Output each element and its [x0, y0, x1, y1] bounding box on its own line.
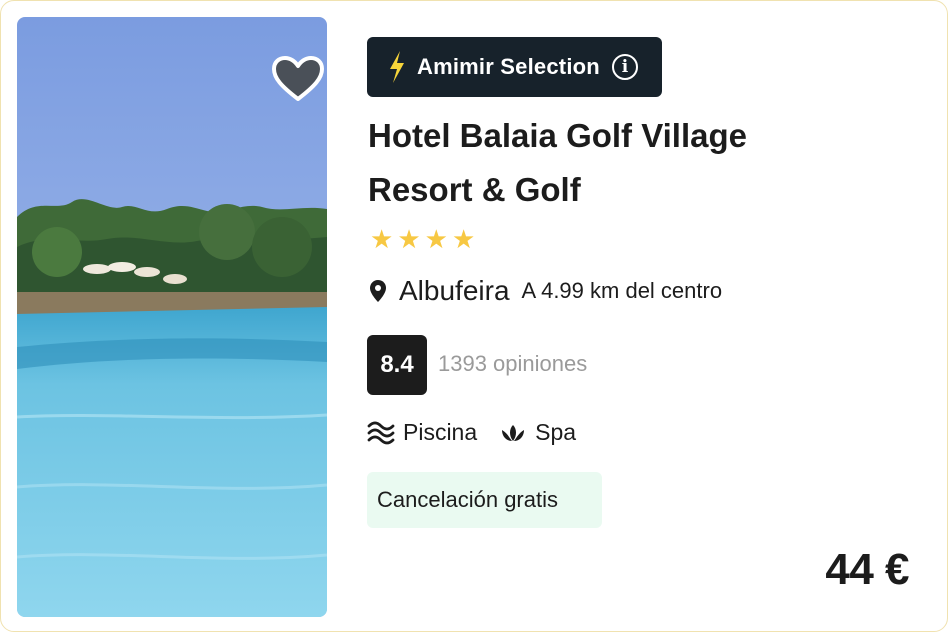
location: Albufeira A 4.99 km del centro: [369, 275, 722, 307]
selection-badge: Amimir Selection i: [367, 37, 662, 97]
distance-text: A 4.99 km del centro: [521, 278, 723, 303]
waves-icon: [367, 421, 395, 444]
hotel-name[interactable]: Hotel Balaia Golf Village Resort & Golf: [368, 109, 828, 217]
star-icon: ★: [451, 224, 476, 254]
pool-image: [17, 17, 327, 617]
map-pin-icon: [370, 280, 386, 302]
heart-icon: [272, 56, 324, 101]
price: 44 €: [825, 545, 909, 594]
hotel-card[interactable]: Amimir Selection i Hotel Balaia Golf Vil…: [0, 0, 948, 632]
info-icon[interactable]: i: [611, 54, 638, 80]
star-icon: ★: [397, 224, 421, 254]
star-icon: ★: [424, 224, 448, 254]
city-name: Albufeira: [399, 275, 510, 306]
lotus-icon: [502, 424, 525, 441]
rating-score: 8.4: [367, 335, 427, 395]
amenities: Piscina Spa: [367, 419, 576, 446]
review-count: 1393 opiniones: [438, 351, 588, 376]
star-icon: ★: [370, 224, 394, 254]
lightning-icon: [390, 51, 404, 83]
free-cancellation-tag: Cancelación gratis: [367, 472, 602, 528]
amenity-label: Piscina: [403, 419, 478, 445]
badge-label: Amimir Selection: [417, 54, 600, 79]
hotel-photo[interactable]: [17, 17, 327, 617]
favorite-button[interactable]: [271, 55, 325, 103]
amenity-label: Spa: [535, 419, 577, 445]
star-rating: ★ ★ ★ ★: [370, 226, 475, 252]
